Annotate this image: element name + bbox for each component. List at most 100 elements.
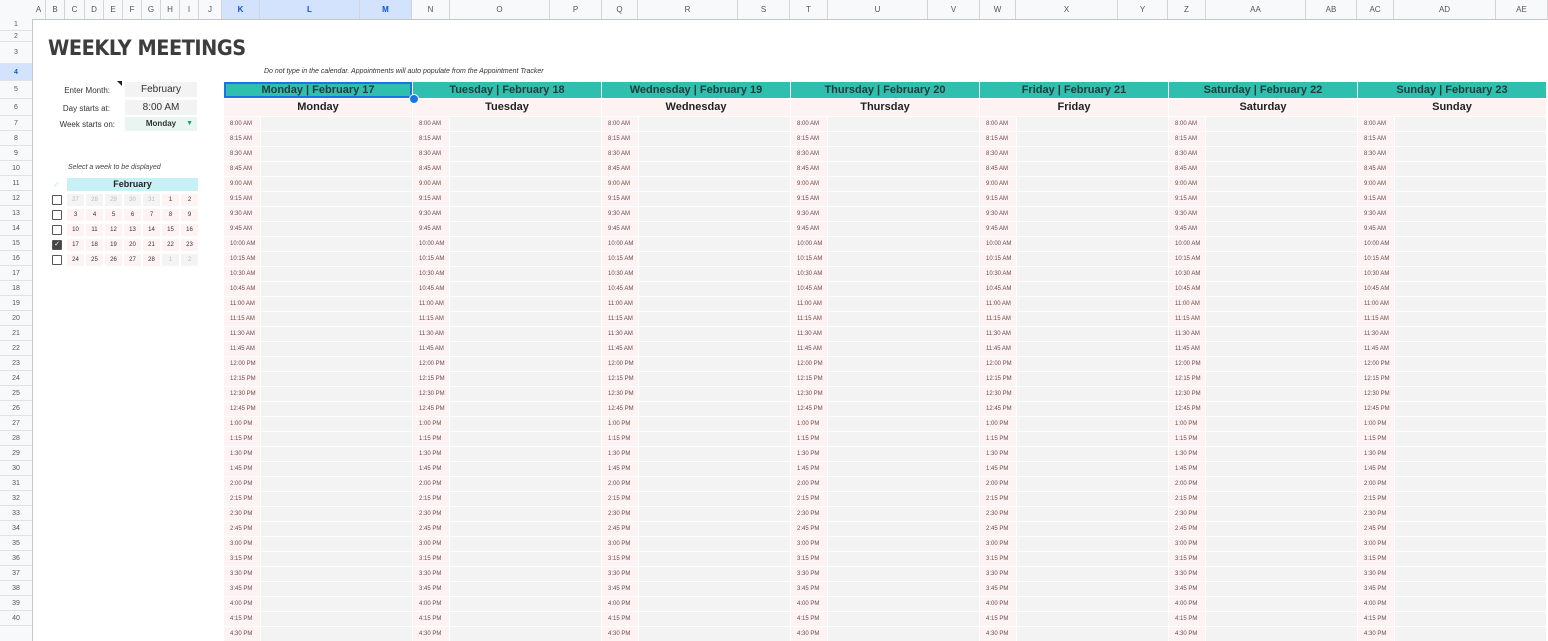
row-header-34[interactable]: 34 [0, 521, 32, 536]
time-slot[interactable] [1206, 267, 1357, 281]
time-slot[interactable] [1017, 522, 1168, 536]
time-slot[interactable] [1206, 132, 1357, 146]
time-slot[interactable] [450, 132, 601, 146]
time-slot[interactable] [1395, 417, 1546, 431]
time-slot[interactable] [450, 447, 601, 461]
column-header-x[interactable]: X [1016, 0, 1118, 19]
time-slot[interactable] [639, 117, 790, 131]
column-header-ae[interactable]: AE [1496, 0, 1548, 19]
time-slot[interactable] [1395, 402, 1546, 416]
time-slot[interactable] [828, 372, 979, 386]
time-slot[interactable] [639, 192, 790, 206]
row-header-19[interactable]: 19 [0, 296, 32, 311]
time-slot[interactable] [1395, 207, 1546, 221]
time-slot[interactable] [1206, 297, 1357, 311]
column-header-p[interactable]: P [550, 0, 602, 19]
time-slot[interactable] [1206, 447, 1357, 461]
time-slot[interactable] [1206, 327, 1357, 341]
time-slot[interactable] [639, 327, 790, 341]
time-slot[interactable] [261, 387, 412, 401]
time-slot[interactable] [828, 312, 979, 326]
time-slot[interactable] [1395, 357, 1546, 371]
time-slot[interactable] [1206, 552, 1357, 566]
time-slot[interactable] [1395, 237, 1546, 251]
time-slot[interactable] [1395, 432, 1546, 446]
time-slot[interactable] [1206, 597, 1357, 611]
time-slot[interactable] [261, 162, 412, 176]
time-slot[interactable] [261, 372, 412, 386]
column-header-ab[interactable]: AB [1306, 0, 1357, 19]
time-slot[interactable] [639, 492, 790, 506]
time-slot[interactable] [450, 207, 601, 221]
day-header[interactable]: Wednesday | February 19 [602, 82, 790, 98]
day-header[interactable]: Thursday | February 20 [791, 82, 979, 98]
time-slot[interactable] [261, 207, 412, 221]
time-slot[interactable] [1395, 222, 1546, 236]
row-header-12[interactable]: 12 [0, 191, 32, 206]
time-slot[interactable] [639, 417, 790, 431]
time-slot[interactable] [639, 252, 790, 266]
time-slot[interactable] [639, 537, 790, 551]
row-header-16[interactable]: 16 [0, 251, 32, 266]
column-header-h[interactable]: H [161, 0, 180, 19]
time-slot[interactable] [450, 297, 601, 311]
time-slot[interactable] [1395, 522, 1546, 536]
time-slot[interactable] [261, 567, 412, 581]
time-slot[interactable] [450, 327, 601, 341]
time-slot[interactable] [639, 612, 790, 626]
time-slot[interactable] [1395, 192, 1546, 206]
time-slot[interactable] [1395, 267, 1546, 281]
time-slot[interactable] [1017, 312, 1168, 326]
row-header-37[interactable]: 37 [0, 566, 32, 581]
time-slot[interactable] [1206, 567, 1357, 581]
row-header-2[interactable]: 2 [0, 31, 32, 42]
time-slot[interactable] [828, 627, 979, 641]
time-slot[interactable] [639, 582, 790, 596]
time-slot[interactable] [1017, 267, 1168, 281]
time-slot[interactable] [1395, 312, 1546, 326]
time-slot[interactable] [1017, 252, 1168, 266]
time-slot[interactable] [1206, 582, 1357, 596]
row-header-31[interactable]: 31 [0, 476, 32, 491]
time-slot[interactable] [828, 432, 979, 446]
column-header-s[interactable]: S [738, 0, 790, 19]
time-slot[interactable] [828, 492, 979, 506]
row-header-13[interactable]: 13 [0, 206, 32, 221]
day-header[interactable]: Tuesday | February 18 [413, 82, 601, 98]
time-slot[interactable] [1017, 432, 1168, 446]
time-slot[interactable] [1395, 132, 1546, 146]
column-header-z[interactable]: Z [1168, 0, 1206, 19]
column-header-v[interactable]: V [928, 0, 980, 19]
time-slot[interactable] [828, 387, 979, 401]
time-slot[interactable] [1206, 417, 1357, 431]
time-slot[interactable] [450, 507, 601, 521]
time-slot[interactable] [1206, 627, 1357, 641]
time-slot[interactable] [450, 252, 601, 266]
column-header-f[interactable]: F [123, 0, 142, 19]
row-header-30[interactable]: 30 [0, 461, 32, 476]
time-slot[interactable] [450, 117, 601, 131]
time-slot[interactable] [1017, 462, 1168, 476]
time-slot[interactable] [639, 567, 790, 581]
time-slot[interactable] [261, 282, 412, 296]
time-slot[interactable] [261, 252, 412, 266]
column-header-aa[interactable]: AA [1206, 0, 1306, 19]
time-slot[interactable] [639, 132, 790, 146]
column-header-n[interactable]: N [412, 0, 450, 19]
column-header-m[interactable]: M [360, 0, 412, 19]
time-slot[interactable] [450, 462, 601, 476]
time-slot[interactable] [1395, 462, 1546, 476]
time-slot[interactable] [639, 552, 790, 566]
row-header-40[interactable]: 40 [0, 611, 32, 626]
time-slot[interactable] [639, 627, 790, 641]
time-slot[interactable] [1017, 417, 1168, 431]
time-slot[interactable] [1017, 342, 1168, 356]
column-header-i[interactable]: I [180, 0, 199, 19]
time-slot[interactable] [450, 267, 601, 281]
time-slot[interactable] [639, 432, 790, 446]
row-header-24[interactable]: 24 [0, 371, 32, 386]
row-header-7[interactable]: 7 [0, 116, 32, 131]
time-slot[interactable] [1017, 492, 1168, 506]
time-slot[interactable] [450, 372, 601, 386]
time-slot[interactable] [261, 267, 412, 281]
